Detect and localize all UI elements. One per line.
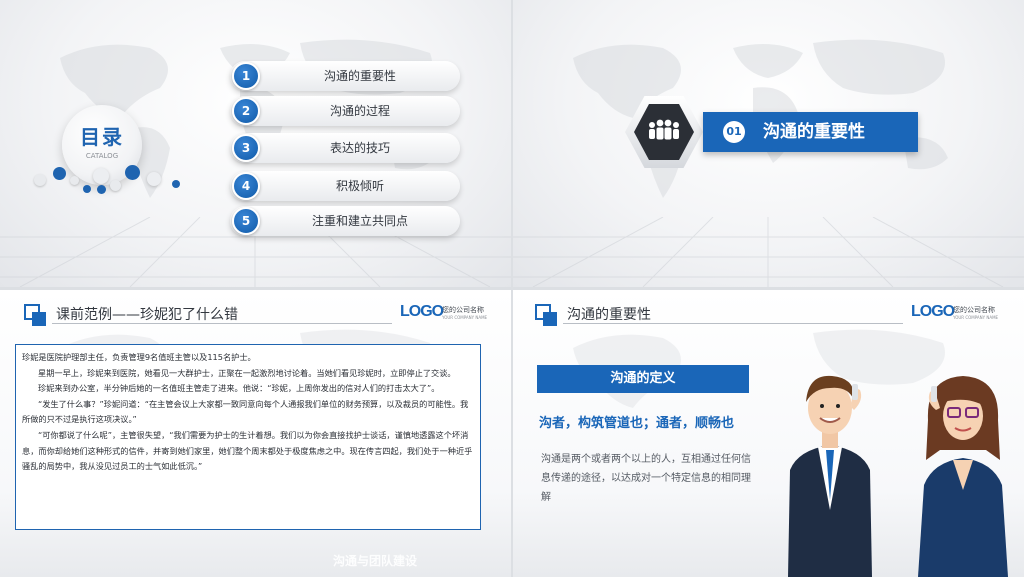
decor-dot [125,165,140,180]
header-square-icon [535,304,557,326]
section-banner[interactable]: 01 沟通的重要性 [703,112,918,152]
logo: LOGO [911,303,955,320]
slide-catalog[interactable]: 目录 CATALOG 1 沟通的重要性 2 沟通的过程 3 表达的技巧 4 积极… [0,0,511,287]
watermark-text: 沟通与团队建设 [333,554,418,568]
header-divider [52,323,392,324]
menu-item-5[interactable]: 5 注重和建立共同点 [230,206,460,236]
story-paragraph: 星期一早上，珍妮来到医院，她看见一大群护士，正聚在一起激烈地讨论着。当她们看见珍… [38,367,456,378]
slide-title: 课前范例——珍妮犯了什么错 [56,307,238,323]
decor-dot [34,174,46,186]
slide-title: 沟通的重要性 [567,307,651,323]
decor-dot [147,172,161,186]
catalog-subtitle: CATALOG [85,152,119,160]
definition-label-bar: 沟通的定义 [537,365,749,393]
story-paragraph: “发生了什么事？”珍妮问道：“在主管会议上大家都一致同意向每个人通报我们单位的财… [22,398,469,425]
story-paragraph: 珍妮是医院护理部主任，负责管理9名值班主管以及115名护士。 [22,352,256,362]
menu-number: 2 [232,97,260,125]
catalog-title: 目录 [80,125,124,149]
decor-dot [83,185,91,193]
company-name: 您的公司名称 [953,306,995,314]
menu-label: 积极倾听 [335,179,384,193]
decor-dot [93,168,109,184]
man-figure [788,375,872,577]
menu-label: 沟通的过程 [329,104,390,118]
woman-figure [918,376,1008,577]
slide-case-story[interactable]: 课前范例——珍妮犯了什么错 LOGO 您的公司名称 YOUR COMPANY N… [0,290,511,577]
section-number: 01 [723,121,745,143]
company-subtitle: YOUR COMPANY NAME [442,315,488,320]
menu-item-3[interactable]: 3 表达的技巧 [230,133,460,163]
menu-number: 3 [232,134,260,162]
menu-item-2[interactable]: 2 沟通的过程 [230,96,460,126]
definition-slogan: 沟者，构筑管道也；通者，顺畅也 [539,416,735,431]
slide-definition[interactable]: 沟通的重要性 LOGO 您的公司名称 YOUR COMPANY NAME 沟通的… [513,290,1024,577]
menu-label: 注重和建立共同点 [311,214,408,228]
company-subtitle: YOUR COMPANY NAME [953,315,999,320]
menu-number: 5 [232,207,260,235]
menu-item-1[interactable]: 1 沟通的重要性 [230,61,460,91]
menu-item-4[interactable]: 4 积极倾听 [230,171,460,201]
decor-dot [53,167,66,180]
menu-number: 1 [232,62,260,90]
slide-grid: 目录 CATALOG 1 沟通的重要性 2 沟通的过程 3 表达的技巧 4 积极… [0,0,1024,577]
decor-dot [110,180,121,191]
business-people-illustration [788,375,1008,577]
definition-text: 沟通是两个或者两个以上的人，互相通过任何信息传递的途径，以达成对一个特定信息的相… [541,454,751,503]
decor-dot [70,176,79,185]
header-divider [563,323,903,324]
header-square-icon [24,304,46,326]
story-text-box: 珍妮是医院护理部主任，负责管理9名值班主管以及115名护士。 星期一早上，珍妮来… [15,344,481,530]
decor-dot [172,180,180,188]
company-name: 您的公司名称 [442,306,484,314]
section-title: 沟通的重要性 [763,122,865,142]
logo: LOGO [400,303,444,320]
story-paragraph: 珍妮来到办公室，半分钟后她的一名值班主管走了进来。他说：“珍妮，上周你发出的信对… [38,383,440,394]
floor-grid [513,217,1024,287]
menu-label: 沟通的重要性 [323,69,396,83]
menu-label: 表达的技巧 [329,141,390,155]
story-paragraph: “可你都说了什么呢”，主管很失望，“我们需要为护士的生计着想。我们以为你会直接找… [22,429,473,472]
decor-dot [97,185,106,194]
menu-number: 4 [232,172,260,200]
